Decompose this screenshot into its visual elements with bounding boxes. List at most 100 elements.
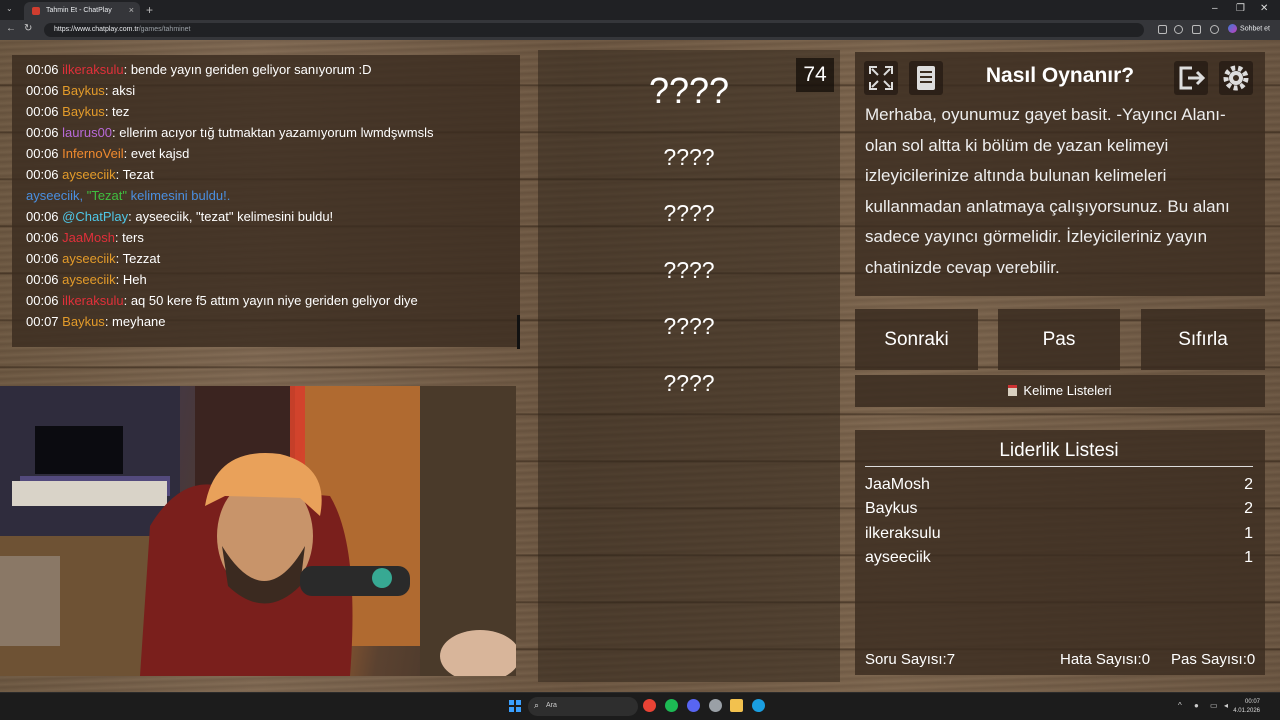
chat-text: : ayseeciik, "tezat" kelimesini buldu! (128, 209, 334, 224)
chat-message: 00:06 InfernoVeil: evet kajsd (26, 143, 506, 164)
new-tab-icon[interactable]: + (146, 3, 153, 17)
leaderboard-name: Baykus (865, 500, 918, 517)
chat-panel: 00:06 ilkeraksulu: bende yayın geriden g… (12, 55, 520, 349)
settings-gear-icon[interactable] (1219, 61, 1253, 95)
discord-icon[interactable] (687, 699, 700, 712)
chat-text: : Tezat (115, 167, 154, 182)
chat-username[interactable]: ayseeciik (62, 251, 115, 266)
profile-icon[interactable] (1210, 25, 1219, 34)
chat-timestamp: 00:06 (26, 167, 59, 182)
chat-text: : aksi (104, 83, 136, 98)
tab-title: Tahmin Et - ChatPlay (46, 7, 112, 14)
leaderboard-row: ilkeraksulu 1 (865, 525, 1253, 543)
system-message-rest: kelimesini buldu!. (127, 188, 231, 203)
chat-timestamp: 00:06 (26, 230, 59, 245)
chat-username[interactable]: ilkeraksulu (62, 62, 123, 77)
favicon-icon (32, 7, 40, 15)
system-message-user: ayseeciik, (26, 188, 87, 203)
fullscreen-icon[interactable] (864, 61, 898, 95)
windows-start-icon[interactable] (509, 700, 521, 712)
browser-tab[interactable]: Tahmin Et - ChatPlay × (24, 2, 140, 20)
chat-message: 00:06 ilkeraksulu: aq 50 kere f5 attım y… (26, 290, 506, 311)
zoom-icon[interactable] (1158, 25, 1167, 34)
system-message-word: "Tezat" (86, 188, 128, 203)
network-icon[interactable]: ▭ (1210, 701, 1218, 710)
copilot-chat-button[interactable]: Sohbet et (1228, 24, 1270, 33)
url-domain: https://www.chatplay.com.tr (54, 26, 139, 33)
leaderboard-row: ayseeciik 1 (865, 549, 1253, 567)
leaderboard-score: 1 (1244, 525, 1253, 542)
error-count: Hata Sayısı:0 (1060, 651, 1151, 668)
chat-username[interactable]: ilkeraksulu (62, 293, 123, 308)
next-button[interactable]: Sonraki (855, 309, 978, 370)
pass-button[interactable]: Pas (998, 309, 1120, 370)
webcam-video (0, 386, 516, 676)
windows-taskbar: Ara ^ ● ▭ ◂ 00:07 4.01.2026 (0, 692, 1280, 720)
forbidden-word-1: ???? (663, 144, 715, 170)
url-path: /games/tahminet (138, 26, 191, 33)
chat-message: 00:06 @ChatPlay: ayseeciik, "tezat" keli… (26, 206, 506, 227)
taskbar-clock[interactable]: 00:07 4.01.2026 (1233, 698, 1260, 716)
word-lists-label: Kelime Listeleri (1023, 383, 1112, 398)
chat-message: 00:06 Baykus: aksi (26, 80, 506, 101)
chat-username[interactable]: InfernoVeil (62, 146, 123, 161)
chat-text: : aq 50 kere f5 attım yayın niye geriden… (123, 293, 418, 308)
question-count: Soru Sayısı:7 (865, 651, 956, 668)
chat-username[interactable]: @ChatPlay (62, 209, 128, 224)
leaderboard-row: JaaMosh 2 (865, 476, 1253, 494)
close-tab-icon[interactable]: × (129, 5, 134, 15)
chat-message: 00:06 ilkeraksulu: bende yayın geriden g… (26, 59, 506, 80)
chat-message: 00:06 ayseeciik: Tezzat (26, 248, 506, 269)
chat-username[interactable]: laurus00 (62, 125, 112, 140)
chat-message: 00:06 ayseeciik: Tezat (26, 164, 506, 185)
file-explorer-icon[interactable] (730, 699, 743, 712)
window-close-icon[interactable]: ✕ (1260, 3, 1268, 14)
minimize-icon[interactable]: – (1212, 3, 1218, 14)
logout-icon[interactable] (1174, 61, 1208, 95)
reset-button[interactable]: Sıfırla (1141, 309, 1265, 370)
chat-timestamp: 00:07 (26, 314, 59, 329)
chat-message: 00:06 JaaMosh: ters (26, 227, 506, 248)
edge-icon[interactable] (752, 699, 765, 712)
tray-chevron-icon[interactable]: ^ (1178, 701, 1182, 710)
maximize-icon[interactable]: ❐ (1236, 3, 1245, 14)
chat-username[interactable]: Baykus (62, 83, 105, 98)
chat-timestamp: 00:06 (26, 209, 59, 224)
forbidden-word-3: ???? (663, 257, 715, 283)
chat-message: 00:06 ayseeciik: Heh (26, 269, 506, 290)
back-icon[interactable]: ← (6, 23, 16, 34)
pass-count: Pas Sayısı:0 (1171, 651, 1256, 668)
document-icon[interactable] (909, 61, 943, 95)
url-field[interactable]: https://www.chatplay.com.tr/games/tahmin… (44, 23, 1144, 37)
chrome-icon[interactable] (643, 699, 656, 712)
taskbar-search[interactable]: Ara (528, 697, 638, 716)
chat-username[interactable]: ayseeciik (62, 272, 115, 287)
extensions-icon[interactable] (1192, 25, 1201, 34)
chat-username[interactable]: JaaMosh (62, 230, 115, 245)
chat-scrollbar[interactable] (517, 315, 520, 349)
forbidden-word-2: ???? (663, 200, 715, 226)
chat-username[interactable]: Baykus (62, 314, 105, 329)
chat-username[interactable]: ayseeciik (62, 167, 115, 182)
chat-text: : ellerim acıyor tığ tutmaktan yazamıyor… (112, 125, 434, 140)
favorite-star-icon[interactable] (1174, 25, 1183, 34)
forbidden-word-4: ???? (663, 313, 715, 339)
leaderboard-row: Baykus 2 (865, 500, 1253, 518)
word-lists-button[interactable]: Kelime Listeleri (855, 375, 1265, 407)
chat-timestamp: 00:06 (26, 293, 59, 308)
leaderboard-name: ilkeraksulu (865, 525, 941, 542)
tab-menu-icon[interactable]: ⌄ (6, 4, 13, 13)
chat-text: : tez (104, 104, 130, 119)
address-toolbar: ← ↻ https://www.chatplay.com.tr/games/ta… (0, 20, 1280, 40)
microphone-icon[interactable]: ● (1194, 701, 1199, 710)
spotify-icon[interactable] (665, 699, 678, 712)
volume-icon[interactable]: ◂ (1224, 701, 1228, 710)
clock-date: 4.01.2026 (1233, 708, 1260, 714)
reload-icon[interactable]: ↻ (24, 23, 32, 34)
chat-text: : Tezzat (115, 251, 161, 266)
settings-app-icon[interactable] (709, 699, 722, 712)
browser-tab-strip: ⌄ Tahmin Et - ChatPlay × + – ❐ ✕ (0, 0, 1280, 20)
notepad-icon (1008, 385, 1018, 396)
chat-username[interactable]: Baykus (62, 104, 105, 119)
leaderboard-title: Liderlik Listesi (865, 440, 1253, 467)
